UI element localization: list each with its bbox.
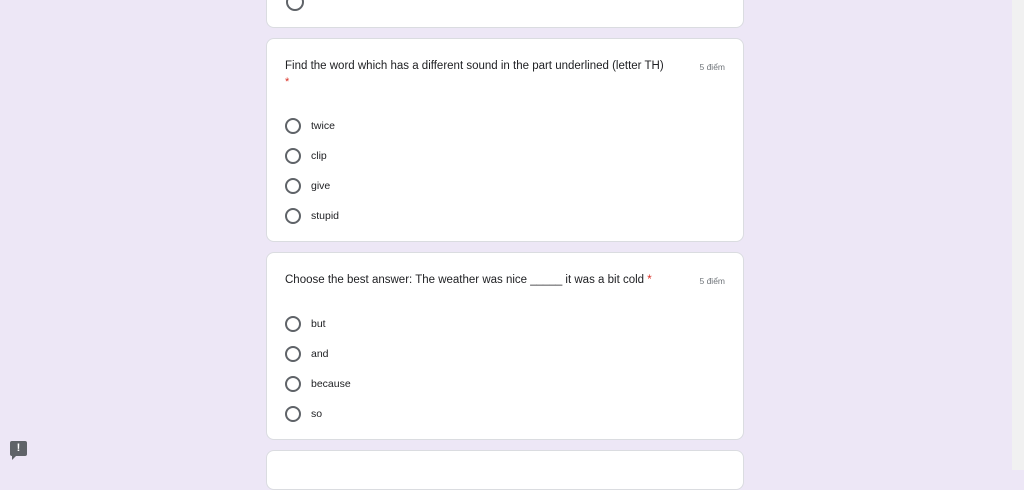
option-label: because (311, 378, 351, 390)
question-header: Choose the best answer: The weather was … (285, 273, 725, 287)
next-question-card (266, 450, 744, 490)
option-label: give (311, 180, 331, 192)
option-label: and (311, 348, 329, 360)
question-title: Find the word which has a different soun… (285, 60, 664, 72)
option-so[interactable]: so (285, 399, 351, 429)
question-card: Choose the best answer: The weather was … (266, 252, 744, 440)
option-give[interactable]: give (285, 171, 339, 201)
option-because[interactable]: because (285, 369, 351, 399)
option-clip[interactable]: clip (285, 141, 339, 171)
options-list: but and because so (285, 309, 351, 429)
options-list: twice clip give stupid (285, 111, 339, 231)
radio-button[interactable] (285, 208, 301, 224)
option-label: twice (311, 120, 335, 132)
scrollbar[interactable] (1012, 0, 1024, 470)
feedback-icon[interactable]: ! (10, 441, 27, 460)
radio-button[interactable] (285, 346, 301, 362)
question-points: 5 điểm (699, 276, 725, 286)
option-label: so (311, 408, 323, 420)
option-label: but (311, 318, 326, 330)
radio-button[interactable] (285, 118, 301, 134)
option-twice[interactable]: twice (285, 111, 339, 141)
question-header: Find the word which has a different soun… (285, 59, 725, 73)
option-and[interactable]: and (285, 339, 351, 369)
question-points: 5 điểm (699, 62, 725, 72)
previous-question-card (266, 0, 744, 28)
required-asterisk: * (647, 274, 652, 286)
radio-button[interactable] (285, 376, 301, 392)
question-card: Find the word which has a different soun… (266, 38, 744, 242)
radio-button[interactable] (285, 178, 301, 194)
option-label: clip (311, 150, 327, 162)
radio-button[interactable] (285, 406, 301, 422)
question-title: Choose the best answer: The weather was … (285, 274, 645, 286)
option-but[interactable]: but (285, 309, 351, 339)
radio-button[interactable] (285, 148, 301, 164)
radio-button[interactable] (285, 316, 301, 332)
radio-button[interactable] (286, 0, 304, 11)
required-asterisk: * (285, 76, 290, 88)
option-stupid[interactable]: stupid (285, 201, 339, 231)
option-label: stupid (311, 210, 340, 222)
